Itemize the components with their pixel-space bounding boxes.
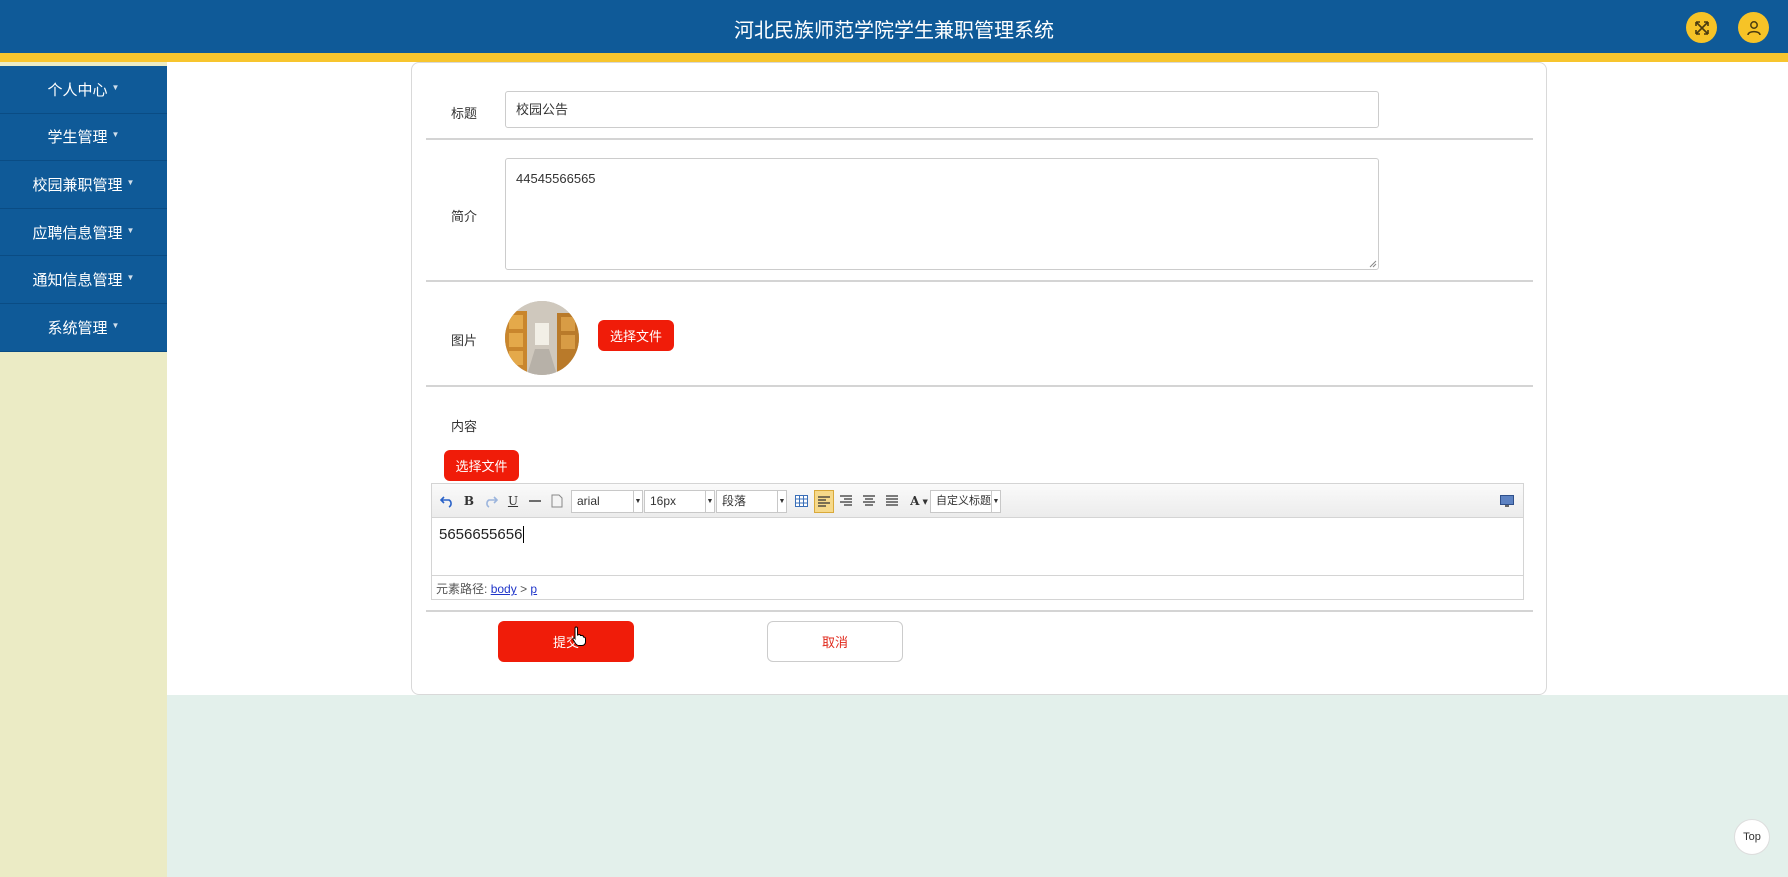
dropdown-arrow-icon: ▼ (633, 491, 642, 512)
align-justify-icon (886, 495, 898, 506)
content-choose-file-button[interactable]: 选择文件 (444, 450, 519, 481)
caret-down-icon: ▼ (126, 273, 135, 283)
dropdown-arrow-icon: ▼ (777, 491, 786, 512)
font-size-value: 16px (650, 494, 677, 508)
divider (426, 610, 1533, 612)
notice-image-thumbnail (505, 301, 579, 375)
image-choose-file-button[interactable]: 选择文件 (598, 320, 674, 351)
sidebar-item-notice-management[interactable]: 通知信息管理 ▼ (0, 256, 167, 304)
align-right-button[interactable] (837, 491, 855, 511)
fullscreen-button[interactable] (1686, 12, 1717, 43)
horizontal-rule-button[interactable] (526, 491, 544, 511)
sidebar-item-label: 通知信息管理 (32, 272, 123, 290)
intro-text: 44545566565 (516, 171, 596, 186)
text-cursor (523, 526, 525, 543)
sidebar-item-system-management[interactable]: 系统管理 ▼ (0, 303, 167, 352)
sidebar-item-label: 校园兼职管理 (32, 176, 123, 194)
monitor-icon (1500, 494, 1514, 507)
sidebar-item-campus-job-management[interactable]: 校园兼职管理 ▼ (0, 161, 167, 209)
editor-content[interactable]: 5656655656 (432, 518, 1523, 575)
font-family-select[interactable]: arial ▼ (571, 490, 643, 513)
redo-icon (486, 496, 498, 508)
align-left-button[interactable] (814, 490, 834, 513)
underline-icon: U (507, 494, 519, 508)
divider (426, 280, 1533, 282)
sidebar: 个人中心 ▼ 学生管理 ▼ 校园兼职管理 ▼ 应聘信息管理 ▼ 通知信息管理 ▼ 系统管理… (0, 66, 167, 352)
content-label: 内容 (451, 419, 478, 434)
table-icon (794, 495, 808, 507)
bold-button[interactable]: B (460, 491, 478, 511)
divider (426, 138, 1533, 140)
intro-textarea[interactable]: 44545566565 (505, 158, 1379, 270)
element-path-p-link[interactable]: p (530, 582, 537, 596)
font-family-value: arial (577, 494, 600, 508)
expand-icon (1694, 20, 1709, 35)
element-path-label: 元素路径: (436, 582, 488, 596)
paragraph-value: 段落 (722, 494, 747, 508)
title-input[interactable]: 校园公告 (505, 91, 1379, 128)
sidebar-item-student-management[interactable]: 学生管理 ▼ (0, 113, 167, 162)
horizontal-rule-icon (529, 500, 541, 502)
element-path-separator: > (520, 582, 528, 596)
editor-text: 5656655656 (439, 526, 523, 543)
align-center-icon (863, 495, 875, 506)
resize-grip-icon[interactable] (1369, 260, 1377, 268)
app-header: 河北民族师范学院学生兼职管理系统 (0, 0, 1788, 53)
editor-toolbar: B U arial ▼ 16px ▼ 段落 ▼ A ▼ 自定义标题 ▼ (432, 484, 1523, 518)
align-left-icon (818, 495, 830, 507)
insert-table-button[interactable] (792, 491, 810, 511)
align-justify-button[interactable] (883, 491, 901, 511)
intro-label: 简介 (451, 209, 478, 224)
editor-element-path: 元素路径: body > p (432, 575, 1523, 599)
rich-text-editor: B U arial ▼ 16px ▼ 段落 ▼ A ▼ 自定义标题 ▼ 5656… (431, 483, 1524, 600)
undo-button[interactable] (438, 491, 456, 511)
app-title: 河北民族师范学院学生兼职管理系统 (734, 20, 1054, 42)
caret-down-icon: ▼ (111, 320, 120, 330)
custom-title-select[interactable]: 自定义标题 ▼ (930, 490, 1001, 513)
divider (426, 385, 1533, 387)
new-document-button[interactable] (548, 491, 566, 511)
sidebar-item-label: 系统管理 (47, 319, 108, 337)
bold-icon: B (463, 494, 475, 508)
caret-down-icon: ▼ (111, 130, 120, 140)
dropdown-arrow-icon: ▼ (922, 496, 928, 506)
dropdown-arrow-icon: ▼ (705, 491, 714, 512)
notice-form-card: 标题 校园公告 简介 44545566565 图片 选择文件 内容 选择文件 B… (411, 62, 1547, 695)
redo-button[interactable] (482, 491, 500, 511)
sidebar-item-personal-center[interactable]: 个人中心 ▼ (0, 66, 167, 114)
undo-icon (440, 496, 452, 508)
image-label: 图片 (451, 333, 478, 348)
user-button[interactable] (1738, 12, 1769, 43)
align-right-icon (840, 495, 852, 506)
title-label: 标题 (451, 106, 478, 121)
font-color-icon: A (910, 494, 920, 508)
sidebar-item-application-management[interactable]: 应聘信息管理 ▼ (0, 208, 167, 257)
element-path-body-link[interactable]: body (491, 582, 517, 596)
preview-button[interactable] (1498, 491, 1516, 511)
align-center-button[interactable] (860, 491, 878, 511)
caret-down-icon: ▼ (111, 82, 120, 92)
user-icon (1746, 20, 1761, 35)
font-size-select[interactable]: 16px ▼ (644, 490, 715, 513)
cancel-button[interactable]: 取消 (767, 621, 903, 662)
sidebar-item-label: 学生管理 (47, 129, 108, 147)
hand-cursor-icon (572, 626, 586, 646)
submit-button[interactable]: 提交 (498, 621, 634, 662)
sidebar-item-label: 个人中心 (47, 81, 108, 99)
back-to-top-button[interactable]: Top (1734, 819, 1770, 855)
document-icon (551, 494, 563, 508)
paragraph-select[interactable]: 段落 ▼ (716, 490, 787, 513)
underline-button[interactable]: U (504, 491, 522, 511)
font-color-button[interactable]: A ▼ (906, 491, 932, 511)
header-accent-stripe (0, 53, 1788, 62)
sidebar-item-label: 应聘信息管理 (32, 224, 123, 242)
caret-down-icon: ▼ (126, 177, 135, 187)
dropdown-arrow-icon: ▼ (991, 491, 1000, 512)
custom-title-value: 自定义标题 (936, 495, 991, 507)
caret-down-icon: ▼ (126, 225, 135, 235)
